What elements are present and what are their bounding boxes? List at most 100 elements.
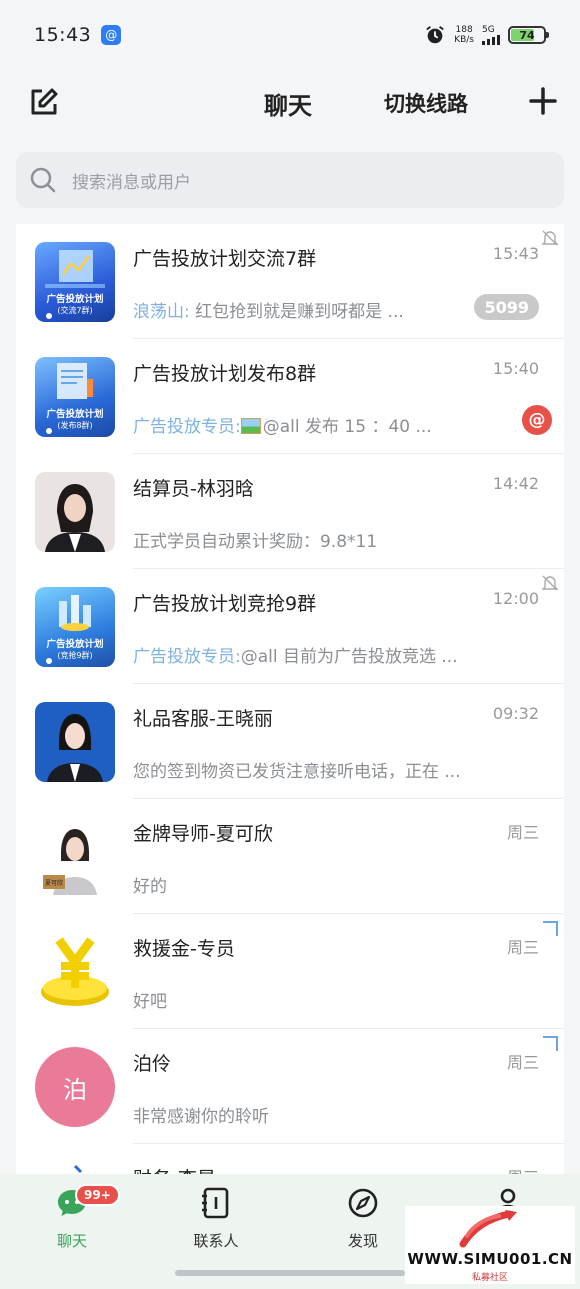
unread-count-badge: 5099: [474, 294, 539, 320]
mute-bell-icon: [541, 575, 559, 591]
chat-item[interactable]: 救援金-专员 周三 好吧: [16, 914, 564, 1029]
chat-name: 泊伶: [133, 1053, 172, 1075]
user-avatar: [35, 932, 115, 1012]
chat-preview: 好吧: [133, 987, 433, 1012]
status-indicators: 188 KB/s 5G 74: [424, 24, 549, 46]
chat-time: 周三: [506, 1053, 539, 1072]
app-header: 聊天 切换线路: [0, 70, 580, 134]
page-title: 聊天: [264, 92, 312, 120]
chat-item[interactable]: 财务-李昊 周三: [16, 1144, 564, 1174]
battery-level: 74: [519, 28, 535, 42]
chat-name: 金牌导师-夏可欣: [133, 823, 273, 845]
status-time: 15:43: [34, 24, 92, 46]
avatar-caption-line1: 广告投放计划: [46, 638, 103, 650]
avatar-initial: 泊: [63, 1075, 87, 1104]
avatar-caption-line2: (交流7群): [57, 305, 92, 315]
group-avatar: 广告投放计划 (竞抢9群): [35, 587, 115, 667]
preview-message: @all 发布 15 ：40 ...: [262, 417, 432, 437]
alarm-clock-icon: [426, 26, 444, 44]
signal-bars-icon: [482, 35, 500, 45]
tab-chat[interactable]: 聊天 99+: [27, 1184, 120, 1251]
chat-name: 结算员-林羽晗: [133, 478, 254, 500]
group-avatar-illustration: 广告投放计划 (发布8群): [46, 363, 104, 434]
chat-preview: 非常感谢你的聆听: [133, 1102, 433, 1127]
contacts-book-icon: [202, 1187, 229, 1219]
chat-name: 财务-李昊: [133, 1164, 216, 1174]
chat-preview: 广告投放专员: @all 发布 15 ：40 ...: [133, 412, 533, 437]
chat-name: 广告投放计划竞抢9群: [133, 593, 317, 615]
chat-time: 12:00: [492, 589, 539, 608]
compass-icon: [348, 1188, 378, 1218]
preview-sender: 广告投放专员:: [133, 417, 241, 437]
chat-preview: 正式学员自动累计奖励：9.8*11: [133, 527, 533, 552]
network-type: 5G: [482, 25, 495, 35]
preview-message: 好的: [133, 877, 167, 897]
chat-item[interactable]: 结算员-林羽晗 14:42 正式学员自动累计奖励：9.8*11: [16, 454, 564, 569]
avatar-caption-line1: 广告投放计划: [46, 408, 103, 420]
mute-bell-icon: [541, 230, 559, 246]
chat-time: 09:32: [492, 704, 539, 723]
preview-message: 正式学员自动累计奖励：9.8*11: [133, 532, 378, 552]
chat-name: 广告投放计划发布8群: [133, 363, 317, 385]
tab-discover[interactable]: 发现: [318, 1186, 408, 1251]
preview-message: 好吧: [133, 992, 167, 1012]
corner-flag-icon: [543, 921, 558, 936]
avatar-photo: 夏可欣: [43, 829, 97, 895]
watermark-subtitle: 私募社区: [471, 1273, 508, 1283]
chat-item[interactable]: 广告投放计划 (发布8群) 广告投放计划发布8群 15:40 广告投放专员: @a…: [16, 339, 564, 454]
switch-line-button[interactable]: 切换线路: [384, 88, 468, 118]
plus-icon[interactable]: [526, 84, 560, 118]
avatar-name-tag: 夏可欣: [45, 879, 63, 887]
avatar-photo: [45, 484, 105, 552]
chat-item[interactable]: 广告投放计划 (竞抢9群) 广告投放计划竞抢9群 12:00 广告投放专员:@a…: [16, 569, 564, 684]
network-speed-unit: KB/s: [454, 35, 474, 45]
preview-message: 您的签到物资已发货注意接听电话，正在 ...: [133, 762, 461, 782]
chat-time: 周三: [507, 1164, 539, 1174]
status-bar: 15:43 @ 188 KB/s 5G 74: [0, 0, 580, 70]
user-avatar: [35, 472, 115, 552]
group-avatar-illustration: 广告投放计划 (交流7群): [45, 250, 105, 319]
watermark: WWW.SIMU001.CN 私募社区: [405, 1206, 575, 1284]
chat-time: 周三: [506, 823, 539, 842]
mention-badge: @: [522, 405, 552, 435]
chat-list: 广告投放计划 (交流7群) 广告投放计划交流7群 15:43 浪荡山: 红包抢到…: [16, 224, 564, 1174]
search-icon: [30, 167, 56, 193]
preview-sender: 浪荡山:: [133, 302, 190, 322]
picture-emoji-icon: [240, 418, 261, 434]
user-avatar: 夏可欣: [35, 817, 115, 897]
tab-contacts[interactable]: 联系人: [171, 1186, 261, 1251]
search-bar[interactable]: 搜索消息或用户: [16, 152, 564, 208]
avatar-caption-line2: (竞抢9群): [57, 650, 92, 660]
watermark-logo-icon: [459, 1210, 517, 1248]
user-avatar: [35, 702, 115, 782]
group-avatar: 广告投放计划 (发布8群): [35, 357, 115, 437]
tab-label: 聊天: [56, 1232, 87, 1250]
unread-total-badge: 99+: [75, 1184, 120, 1206]
browser-app-icon: @: [101, 25, 122, 45]
network-speed-value: 188: [455, 25, 473, 35]
preview-message: 红包抢到就是赚到呀都是 ...: [189, 302, 404, 322]
chat-time: 15:43: [492, 244, 539, 263]
chat-time: 15:40: [492, 359, 539, 378]
chat-preview: 广告投放专员:@all 目前为广告投放竞选 ...: [133, 642, 533, 667]
chat-item[interactable]: 夏可欣 金牌导师-夏可欣 周三 好的: [16, 799, 564, 914]
chat-item[interactable]: 广告投放计划 (交流7群) 广告投放计划交流7群 15:43 浪荡山: 红包抢到…: [16, 224, 564, 339]
corner-flag-icon: [543, 1036, 558, 1051]
compose-icon[interactable]: [28, 86, 60, 118]
tab-label: 发现: [347, 1232, 378, 1250]
chat-item[interactable]: 泊 泊伶 周三 非常感谢你的聆听: [16, 1029, 564, 1144]
home-indicator[interactable]: [175, 1270, 405, 1276]
preview-message: 非常感谢你的聆听: [133, 1107, 269, 1127]
yuan-coin-avatar-icon: [41, 937, 109, 1006]
text-avatar: 泊: [35, 1047, 115, 1127]
avatar-caption-line2: (发布8群): [57, 420, 92, 430]
search-placeholder: 搜索消息或用户: [72, 172, 191, 193]
tab-label: 联系人: [193, 1232, 239, 1250]
chat-name: 礼品客服-王晓丽: [133, 708, 273, 730]
chat-time: 周三: [506, 938, 539, 957]
avatar-caption-line1: 广告投放计划: [46, 293, 103, 305]
avatar-photo: [47, 714, 103, 782]
chat-item[interactable]: 礼品客服-王晓丽 09:32 您的签到物资已发货注意接听电话，正在 ...: [16, 684, 564, 799]
user-avatar: [35, 1162, 115, 1174]
signal-indicator: 5G: [482, 25, 500, 45]
